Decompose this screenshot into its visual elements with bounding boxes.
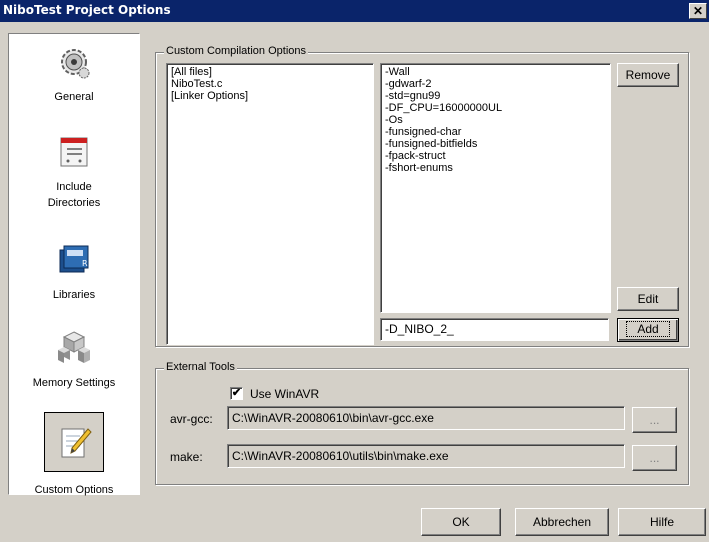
list-item[interactable]: -funsigned-bitfields <box>381 138 610 150</box>
group-legend: Custom Compilation Options <box>164 45 309 57</box>
list-item[interactable]: -Os <box>381 114 610 126</box>
use-winavr-label: Use WinAVR <box>250 387 320 401</box>
edit-button[interactable]: Edit <box>617 287 679 311</box>
list-item[interactable]: -gdwarf-2 <box>381 78 610 90</box>
sidebar-item-label: General <box>54 91 94 103</box>
edit-button-label: Edit <box>637 292 659 306</box>
list-item[interactable]: NiboTest.c <box>167 78 373 90</box>
list-item[interactable]: -Wall <box>381 66 610 78</box>
file-list[interactable]: [All files] NiboTest.c [Linker Options] <box>166 63 374 345</box>
cancel-button-label: Abbrechen <box>532 515 592 529</box>
sidebar-item-label: Include Directories <box>47 181 101 209</box>
remove-button[interactable]: Remove <box>617 63 679 87</box>
browse-button-label: ... <box>649 451 660 465</box>
sidebar-item-general[interactable]: General <box>9 44 139 105</box>
help-button[interactable]: Hilfe <box>618 508 706 536</box>
list-item[interactable]: [All files] <box>167 66 373 78</box>
avr-gcc-path-field[interactable]: C:\WinAVR-20080610\bin\avr-gcc.exe <box>227 406 625 430</box>
make-browse-button[interactable]: ... <box>632 445 677 471</box>
remove-button-label: Remove <box>625 68 671 82</box>
notepad-pencil-icon <box>61 428 92 458</box>
cubes-icon <box>58 331 90 363</box>
options-sidebar: General Include Directories R Libraries <box>8 33 140 498</box>
sidebar-item-label: Memory Settings <box>32 377 116 389</box>
sidebar-item-memory-settings[interactable]: Memory Settings <box>9 330 139 391</box>
gear-icon <box>61 49 90 79</box>
list-item[interactable]: [Linker Options] <box>167 90 373 102</box>
cancel-button[interactable]: Abbrechen <box>515 508 609 536</box>
avr-gcc-label: avr-gcc: <box>170 412 213 426</box>
list-item[interactable]: -DF_CPU=16000000UL <box>381 102 610 114</box>
svg-text:R: R <box>82 259 88 268</box>
avr-gcc-browse-button[interactable]: ... <box>632 407 677 433</box>
make-path-field[interactable]: C:\WinAVR-20080610\utils\bin\make.exe <box>227 444 625 468</box>
include-directories-icon <box>60 137 88 167</box>
ok-button-label: OK <box>452 515 470 529</box>
list-item[interactable]: -funsigned-char <box>381 126 610 138</box>
new-option-input[interactable]: -D_NIBO_2_ <box>380 318 609 341</box>
sidebar-item-custom-options[interactable]: Custom Options <box>9 412 139 498</box>
window-title: NiboTest Project Options <box>3 3 171 17</box>
close-button[interactable]: ✕ <box>689 3 707 19</box>
title-bar: NiboTest Project Options ✕ <box>0 0 709 22</box>
add-button-label: Add <box>626 321 670 337</box>
sidebar-item-label: Libraries <box>52 289 96 301</box>
add-button[interactable]: Add <box>617 318 679 342</box>
options-list[interactable]: -Wall -gdwarf-2 -std=gnu99 -DF_CPU=16000… <box>380 63 611 313</box>
books-icon: R <box>59 245 89 273</box>
list-item[interactable]: -std=gnu99 <box>381 90 610 102</box>
sidebar-item-label: Custom Options <box>34 484 114 496</box>
ok-button[interactable]: OK <box>421 508 501 536</box>
sidebar-item-include-directories[interactable]: Include Directories <box>9 134 139 211</box>
list-item[interactable]: -fshort-enums <box>381 162 610 174</box>
make-label: make: <box>170 450 203 464</box>
selected-item-frame <box>44 412 104 472</box>
use-winavr-checkbox[interactable]: ✔ <box>230 387 243 400</box>
help-button-label: Hilfe <box>649 515 674 529</box>
group-legend: External Tools <box>164 361 237 373</box>
sidebar-item-libraries[interactable]: R Libraries <box>9 242 139 303</box>
browse-button-label: ... <box>649 413 660 427</box>
list-item[interactable]: -fpack-struct <box>381 150 610 162</box>
